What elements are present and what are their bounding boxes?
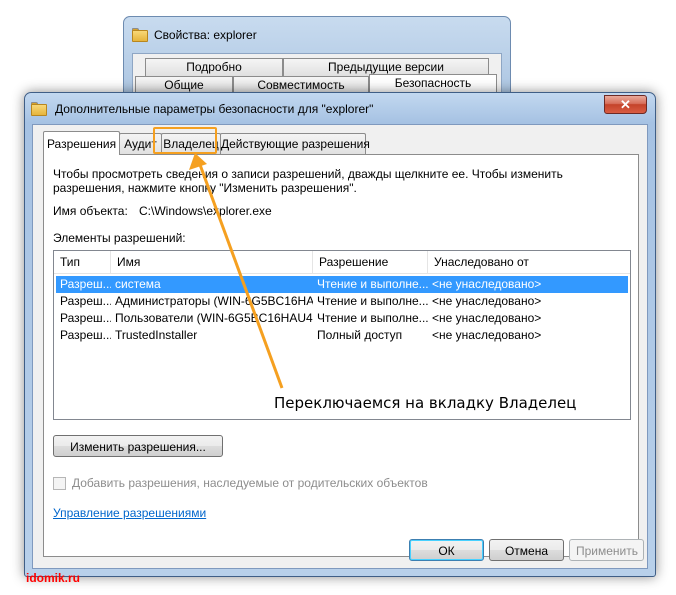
tab-permissions[interactable]: Разрешения — [43, 131, 120, 155]
annotation-arrow — [189, 153, 284, 389]
watermark: idomik.ru — [26, 571, 81, 585]
annotation-text: Переключаемся на вкладку Владелец — [274, 394, 577, 412]
